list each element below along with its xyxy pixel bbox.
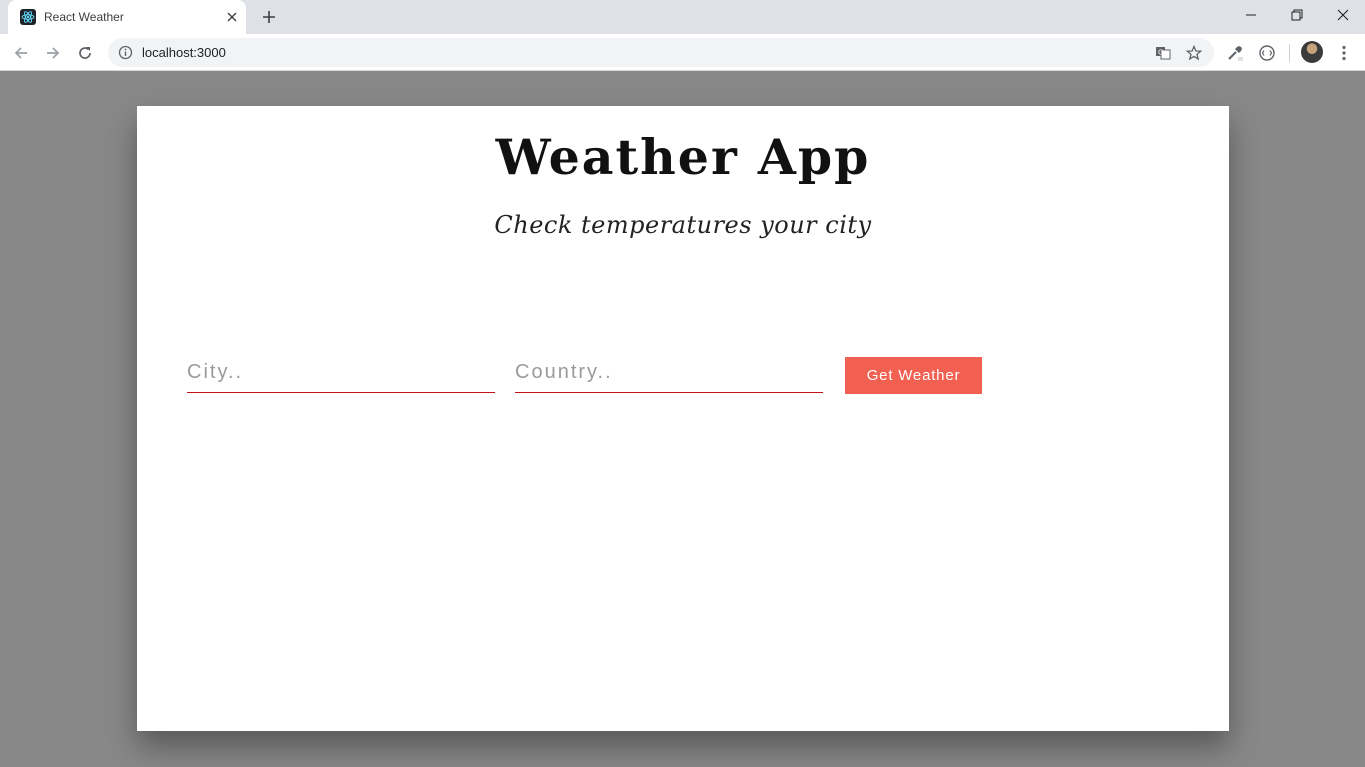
tab-react-weather[interactable]: React Weather (8, 0, 246, 34)
new-tab-icon[interactable] (260, 8, 278, 26)
tab-strip: React Weather (0, 0, 1365, 34)
info-icon[interactable] (118, 45, 133, 60)
address-bar[interactable]: localhost:3000 G (108, 38, 1214, 67)
avatar[interactable] (1301, 41, 1323, 63)
react-logo-icon (20, 9, 36, 25)
svg-text:G: G (1158, 49, 1163, 57)
arrow-left-icon[interactable] (10, 42, 32, 64)
translate-icon[interactable]: G (1154, 44, 1172, 62)
tab-title: React Weather (44, 10, 124, 24)
close-tab-icon[interactable] (224, 9, 240, 25)
arrow-right-icon[interactable] (42, 42, 64, 64)
extension-icon[interactable] (1256, 42, 1278, 64)
page-title: Weather App (495, 128, 871, 186)
toolbar-divider (1289, 44, 1290, 62)
country-input[interactable] (515, 356, 823, 393)
more-vert-icon[interactable] (1333, 42, 1355, 64)
browser-toolbar: localhost:3000 G (0, 34, 1365, 71)
city-input[interactable] (187, 356, 495, 393)
eyedropper-icon[interactable] (1224, 42, 1246, 64)
star-icon[interactable] (1185, 44, 1203, 62)
page-subtitle: Check temperatures your city (494, 211, 872, 239)
restore-icon[interactable] (1274, 0, 1320, 30)
minimize-icon[interactable] (1228, 0, 1274, 30)
reload-icon[interactable] (74, 42, 96, 64)
get-weather-button[interactable]: Get Weather (845, 357, 982, 394)
url-text[interactable]: localhost:3000 (142, 45, 226, 60)
weather-card: Weather App Check temperatures your city… (137, 106, 1229, 731)
close-window-icon[interactable] (1320, 0, 1365, 30)
page-viewport: Weather App Check temperatures your city… (0, 71, 1365, 767)
